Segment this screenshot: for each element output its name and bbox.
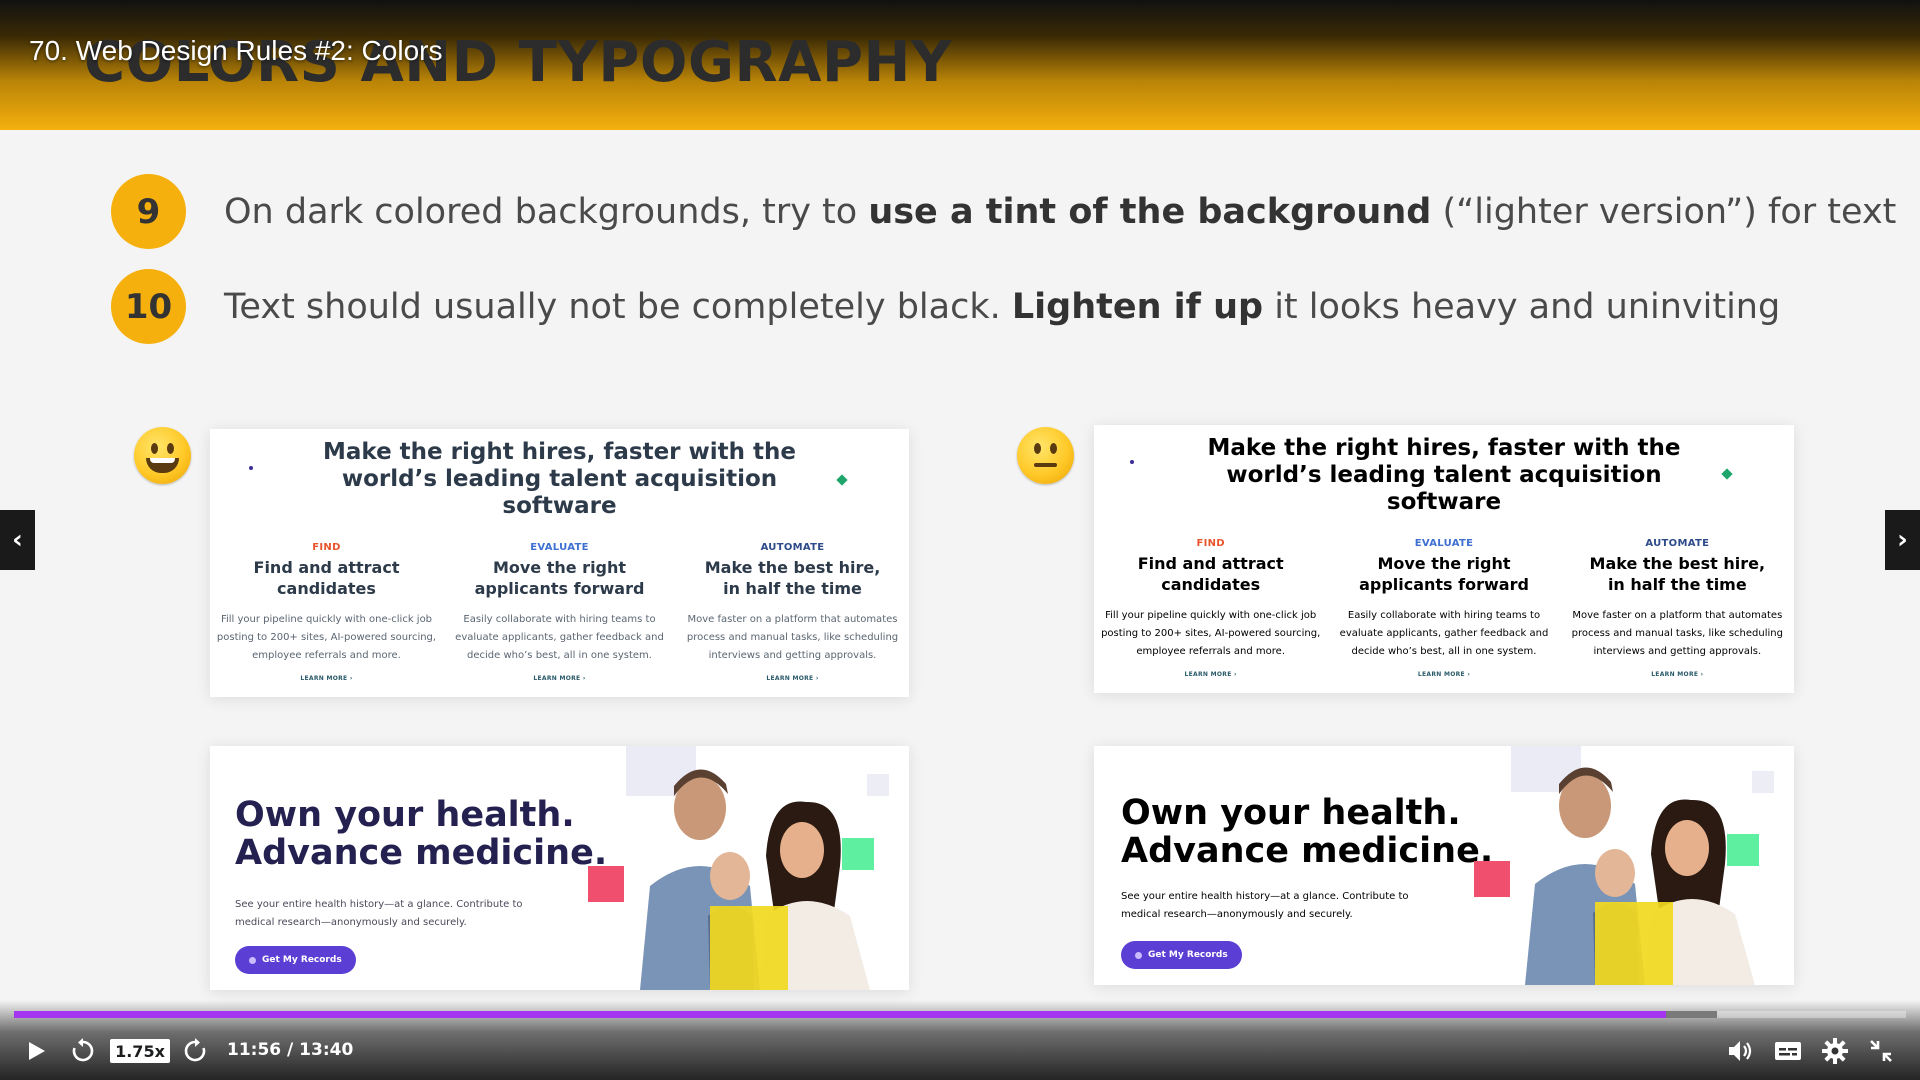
health-title: Own your health. Advance medicine. (235, 795, 608, 873)
features-example-good: Make the right hires, faster with the wo… (210, 429, 909, 697)
health-subtitle: See your entire health history—at a glan… (1121, 891, 1409, 920)
sparkle-icon (249, 956, 256, 964)
feature-column-evaluate: EVALUATE Move the right applicants forward… (443, 542, 676, 682)
features-columns: FIND Find and attract candidates Fill your … (210, 542, 909, 682)
feature-description: Move faster on a platform that automates… (686, 614, 899, 661)
rule-number-badge: 9 (111, 174, 186, 249)
feature-description: Easily collaborate with hiring teams to e… (1339, 610, 1549, 657)
feature-description: Fill your pipeline quickly with one-clic… (216, 614, 437, 661)
feature-label: AUTOMATE (760, 542, 825, 553)
features-columns: FIND Find and attract candidates Fill your … (1094, 538, 1794, 678)
family-photo (1525, 767, 1755, 985)
family-photo (640, 769, 870, 990)
sparkle-icon (1135, 951, 1142, 959)
progress-played (14, 1011, 1666, 1018)
learn-more-link[interactable]: LEARN MORE › (680, 675, 905, 682)
grinning-face-emoji-icon (134, 427, 191, 484)
feature-column-automate: AUTOMATE Make the best hire, in half the t… (676, 542, 909, 682)
learn-more-link[interactable]: LEARN MORE › (447, 675, 672, 682)
settings-gear-icon[interactable] (1822, 1038, 1848, 1064)
playback-speed-button[interactable]: 1.75x (110, 1039, 170, 1063)
feature-title: Move the right applicants forward (474, 558, 645, 598)
feature-label: AUTOMATE (1645, 538, 1710, 549)
feature-column-automate: AUTOMATE Make the best hire, in half the t… (1561, 538, 1794, 678)
feature-label: EVALUATE (530, 542, 589, 553)
feature-title: Make the best hire, in half the time (1589, 554, 1766, 594)
feature-title: Move the right applicants forward (1359, 554, 1529, 594)
time-display: 11:56 / 13:40 (227, 1040, 354, 1060)
rewind-icon[interactable] (70, 1038, 96, 1064)
neutral-face-emoji-icon (1017, 427, 1074, 484)
get-my-records-button[interactable]: Get My Records (1121, 941, 1242, 969)
rule-number-badge: 10 (111, 269, 186, 344)
feature-column-evaluate: EVALUATE Move the right applicants forward… (1327, 538, 1560, 678)
learn-more-link[interactable]: LEARN MORE › (1098, 671, 1323, 678)
health-example-bad: Own your health. Advance medicine. See y… (1094, 746, 1794, 985)
captions-icon[interactable] (1774, 1040, 1802, 1062)
exit-fullscreen-icon[interactable] (1868, 1038, 1894, 1064)
previous-slide-button[interactable]: ‹ (0, 510, 35, 570)
features-heading: Make the right hires, faster with the wo… (322, 439, 796, 519)
rule-9: 9 On dark colored backgrounds, try to us… (111, 174, 1896, 249)
health-title: Own your health. Advance medicine. (1121, 793, 1494, 871)
feature-column-find: FIND Find and attract candidates Fill your … (210, 542, 443, 682)
features-heading: Make the right hires, faster with the wo… (1207, 435, 1681, 515)
feature-description: Fill your pipeline quickly with one-clic… (1101, 610, 1321, 657)
lecture-title: 70. Web Design Rules #2: Colors (29, 35, 443, 66)
chevron-right-icon: › (1897, 525, 1908, 555)
learn-more-link[interactable]: LEARN MORE › (1565, 671, 1790, 678)
play-icon[interactable] (24, 1039, 48, 1063)
feature-description: Easily collaborate with hiring teams to e… (455, 614, 664, 661)
get-my-records-button[interactable]: Get My Records (235, 946, 356, 974)
health-example-good: Own your health. Advance medicine. See y… (210, 746, 909, 990)
slide-banner: COLORS AND TYPOGRAPHY 70. Web Design Rul… (0, 0, 1920, 130)
feature-label: FIND (1196, 538, 1225, 549)
rule-text: On dark colored backgrounds, try to use … (224, 191, 1897, 232)
feature-label: EVALUATE (1414, 538, 1474, 549)
rule-10: 10 Text should usually not be completely… (111, 269, 1780, 344)
learn-more-link[interactable]: LEARN MORE › (214, 675, 439, 682)
health-subtitle: See your entire health history—at a glan… (235, 899, 523, 928)
feature-title: Find and attract candidates (253, 558, 400, 598)
next-slide-button[interactable]: › (1885, 510, 1920, 570)
features-example-bad: Make the right hires, faster with the wo… (1094, 425, 1794, 693)
feature-column-find: FIND Find and attract candidates Fill your … (1094, 538, 1327, 678)
learn-more-link[interactable]: LEARN MORE › (1331, 671, 1556, 678)
forward-icon[interactable] (182, 1038, 208, 1064)
volume-icon[interactable] (1726, 1038, 1754, 1064)
rule-text: Text should usually not be completely bl… (224, 286, 1781, 327)
chevron-left-icon: ‹ (12, 525, 23, 555)
feature-label: FIND (312, 542, 341, 553)
feature-title: Find and attract candidates (1137, 554, 1284, 594)
feature-title: Make the best hire, in half the time (704, 558, 881, 598)
feature-description: Move faster on a platform that automates… (1571, 610, 1783, 657)
